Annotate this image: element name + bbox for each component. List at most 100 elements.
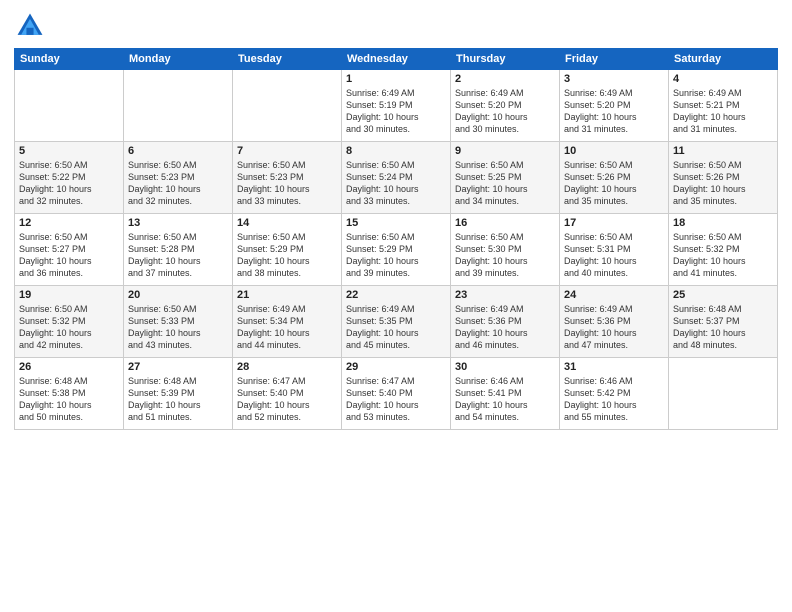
day-info: Sunrise: 6:50 AM Sunset: 5:27 PM Dayligh… bbox=[19, 231, 119, 280]
day-number: 6 bbox=[128, 145, 228, 157]
day-info: Sunrise: 6:50 AM Sunset: 5:23 PM Dayligh… bbox=[237, 159, 337, 208]
calendar-cell-day-28: 28 Sunrise: 6:47 AM Sunset: 5:40 PM Dayli… bbox=[233, 358, 342, 430]
weekday-header-wednesday: Wednesday bbox=[342, 49, 451, 70]
calendar-cell-empty bbox=[15, 70, 124, 142]
day-number: 29 bbox=[346, 361, 446, 373]
calendar-cell-empty bbox=[233, 70, 342, 142]
day-info: Sunrise: 6:47 AM Sunset: 5:40 PM Dayligh… bbox=[237, 375, 337, 424]
calendar-cell-day-10: 10Sunrise: 6:50 AM Sunset: 5:26 PM Dayli… bbox=[560, 142, 669, 214]
day-number: 12 bbox=[19, 217, 119, 229]
calendar-week-row: 1 Sunrise: 6:49 AM Sunset: 5:19 PM Daylig… bbox=[15, 70, 778, 142]
day-number: 8 bbox=[346, 145, 446, 157]
weekday-header-monday: Monday bbox=[124, 49, 233, 70]
day-number: 5 bbox=[19, 145, 119, 157]
calendar-cell-day-30: 30 Sunrise: 6:46 AM Sunset: 5:41 PM Dayli… bbox=[451, 358, 560, 430]
day-info: Sunrise: 6:48 AM Sunset: 5:37 PM Dayligh… bbox=[673, 303, 773, 352]
day-number: 27 bbox=[128, 361, 228, 373]
day-info: Sunrise: 6:48 AM Sunset: 5:39 PM Dayligh… bbox=[128, 375, 228, 424]
day-number: 26 bbox=[19, 361, 119, 373]
calendar-cell-day-6: 6 Sunrise: 6:50 AM Sunset: 5:23 PM Daylig… bbox=[124, 142, 233, 214]
day-info: Sunrise: 6:49 AM Sunset: 5:34 PM Dayligh… bbox=[237, 303, 337, 352]
day-number: 14 bbox=[237, 217, 337, 229]
day-info: Sunrise: 6:49 AM Sunset: 5:36 PM Dayligh… bbox=[455, 303, 555, 352]
day-info: Sunrise: 6:49 AM Sunset: 5:20 PM Dayligh… bbox=[564, 87, 664, 136]
calendar-cell-day-25: 25 Sunrise: 6:48 AM Sunset: 5:37 PM Dayli… bbox=[669, 286, 778, 358]
day-number: 9 bbox=[455, 145, 555, 157]
calendar-week-row: 12 Sunrise: 6:50 AM Sunset: 5:27 PM Dayli… bbox=[15, 214, 778, 286]
day-number: 13 bbox=[128, 217, 228, 229]
day-number: 18 bbox=[673, 217, 773, 229]
calendar-header-row: SundayMondayTuesdayWednesdayThursdayFrid… bbox=[15, 49, 778, 70]
calendar-cell-day-1: 1 Sunrise: 6:49 AM Sunset: 5:19 PM Daylig… bbox=[342, 70, 451, 142]
day-number: 21 bbox=[237, 289, 337, 301]
day-number: 24 bbox=[564, 289, 664, 301]
day-number: 30 bbox=[455, 361, 555, 373]
day-number: 19 bbox=[19, 289, 119, 301]
day-number: 17 bbox=[564, 217, 664, 229]
calendar-cell-day-17: 17 Sunrise: 6:50 AM Sunset: 5:31 PM Dayli… bbox=[560, 214, 669, 286]
day-info: Sunrise: 6:50 AM Sunset: 5:33 PM Dayligh… bbox=[128, 303, 228, 352]
day-info: Sunrise: 6:49 AM Sunset: 5:35 PM Dayligh… bbox=[346, 303, 446, 352]
calendar-cell-day-20: 20 Sunrise: 6:50 AM Sunset: 5:33 PM Dayli… bbox=[124, 286, 233, 358]
calendar-cell-day-12: 12 Sunrise: 6:50 AM Sunset: 5:27 PM Dayli… bbox=[15, 214, 124, 286]
day-info: Sunrise: 6:50 AM Sunset: 5:29 PM Dayligh… bbox=[237, 231, 337, 280]
calendar-cell-day-15: 15 Sunrise: 6:50 AM Sunset: 5:29 PM Dayli… bbox=[342, 214, 451, 286]
calendar-cell-day-19: 19 Sunrise: 6:50 AM Sunset: 5:32 PM Dayli… bbox=[15, 286, 124, 358]
day-number: 16 bbox=[455, 217, 555, 229]
day-number: 28 bbox=[237, 361, 337, 373]
day-info: Sunrise: 6:49 AM Sunset: 5:36 PM Dayligh… bbox=[564, 303, 664, 352]
day-number: 23 bbox=[455, 289, 555, 301]
calendar-cell-day-24: 24 Sunrise: 6:49 AM Sunset: 5:36 PM Dayli… bbox=[560, 286, 669, 358]
calendar-cell-day-27: 27 Sunrise: 6:48 AM Sunset: 5:39 PM Dayli… bbox=[124, 358, 233, 430]
day-info: Sunrise: 6:48 AM Sunset: 5:38 PM Dayligh… bbox=[19, 375, 119, 424]
day-info: Sunrise: 6:50 AM Sunset: 5:29 PM Dayligh… bbox=[346, 231, 446, 280]
calendar-cell-day-3: 3Sunrise: 6:49 AM Sunset: 5:20 PM Daylig… bbox=[560, 70, 669, 142]
calendar-cell-day-29: 29 Sunrise: 6:47 AM Sunset: 5:40 PM Dayli… bbox=[342, 358, 451, 430]
day-info: Sunrise: 6:50 AM Sunset: 5:23 PM Dayligh… bbox=[128, 159, 228, 208]
calendar-cell-day-5: 5Sunrise: 6:50 AM Sunset: 5:22 PM Daylig… bbox=[15, 142, 124, 214]
day-info: Sunrise: 6:50 AM Sunset: 5:24 PM Dayligh… bbox=[346, 159, 446, 208]
calendar-cell-day-16: 16 Sunrise: 6:50 AM Sunset: 5:30 PM Dayli… bbox=[451, 214, 560, 286]
day-info: Sunrise: 6:46 AM Sunset: 5:41 PM Dayligh… bbox=[455, 375, 555, 424]
page: SundayMondayTuesdayWednesdayThursdayFrid… bbox=[0, 0, 792, 612]
day-number: 31 bbox=[564, 361, 664, 373]
day-info: Sunrise: 6:49 AM Sunset: 5:19 PM Dayligh… bbox=[346, 87, 446, 136]
calendar-cell-day-14: 14 Sunrise: 6:50 AM Sunset: 5:29 PM Dayli… bbox=[233, 214, 342, 286]
logo bbox=[14, 10, 50, 42]
calendar-cell-day-13: 13Sunrise: 6:50 AM Sunset: 5:28 PM Dayli… bbox=[124, 214, 233, 286]
weekday-header-friday: Friday bbox=[560, 49, 669, 70]
weekday-header-saturday: Saturday bbox=[669, 49, 778, 70]
calendar-cell-day-26: 26 Sunrise: 6:48 AM Sunset: 5:38 PM Dayli… bbox=[15, 358, 124, 430]
calendar-cell-day-2: 2Sunrise: 6:49 AM Sunset: 5:20 PM Daylig… bbox=[451, 70, 560, 142]
day-info: Sunrise: 6:46 AM Sunset: 5:42 PM Dayligh… bbox=[564, 375, 664, 424]
day-info: Sunrise: 6:50 AM Sunset: 5:30 PM Dayligh… bbox=[455, 231, 555, 280]
calendar-cell-day-4: 4Sunrise: 6:49 AM Sunset: 5:21 PM Daylig… bbox=[669, 70, 778, 142]
calendar-cell-day-9: 9Sunrise: 6:50 AM Sunset: 5:25 PM Daylig… bbox=[451, 142, 560, 214]
day-info: Sunrise: 6:50 AM Sunset: 5:32 PM Dayligh… bbox=[673, 231, 773, 280]
day-info: Sunrise: 6:50 AM Sunset: 5:31 PM Dayligh… bbox=[564, 231, 664, 280]
day-info: Sunrise: 6:50 AM Sunset: 5:26 PM Dayligh… bbox=[564, 159, 664, 208]
day-number: 7 bbox=[237, 145, 337, 157]
calendar-cell-day-23: 23 Sunrise: 6:49 AM Sunset: 5:36 PM Dayli… bbox=[451, 286, 560, 358]
day-number: 22 bbox=[346, 289, 446, 301]
day-number: 25 bbox=[673, 289, 773, 301]
weekday-header-sunday: Sunday bbox=[15, 49, 124, 70]
day-info: Sunrise: 6:50 AM Sunset: 5:32 PM Dayligh… bbox=[19, 303, 119, 352]
day-number: 11 bbox=[673, 145, 773, 157]
weekday-header-tuesday: Tuesday bbox=[233, 49, 342, 70]
calendar-cell-day-7: 7 Sunrise: 6:50 AM Sunset: 5:23 PM Daylig… bbox=[233, 142, 342, 214]
calendar-cell-empty bbox=[124, 70, 233, 142]
day-number: 20 bbox=[128, 289, 228, 301]
day-info: Sunrise: 6:47 AM Sunset: 5:40 PM Dayligh… bbox=[346, 375, 446, 424]
day-number: 1 bbox=[346, 73, 446, 85]
calendar-cell-day-22: 22 Sunrise: 6:49 AM Sunset: 5:35 PM Dayli… bbox=[342, 286, 451, 358]
calendar-cell-day-11: 11 Sunrise: 6:50 AM Sunset: 5:26 PM Dayli… bbox=[669, 142, 778, 214]
calendar-cell-day-21: 21 Sunrise: 6:49 AM Sunset: 5:34 PM Dayli… bbox=[233, 286, 342, 358]
day-number: 4 bbox=[673, 73, 773, 85]
day-info: Sunrise: 6:50 AM Sunset: 5:26 PM Dayligh… bbox=[673, 159, 773, 208]
calendar-cell-empty bbox=[669, 358, 778, 430]
calendar-table: SundayMondayTuesdayWednesdayThursdayFrid… bbox=[14, 48, 778, 430]
day-number: 15 bbox=[346, 217, 446, 229]
calendar-week-row: 5Sunrise: 6:50 AM Sunset: 5:22 PM Daylig… bbox=[15, 142, 778, 214]
header bbox=[14, 10, 778, 42]
